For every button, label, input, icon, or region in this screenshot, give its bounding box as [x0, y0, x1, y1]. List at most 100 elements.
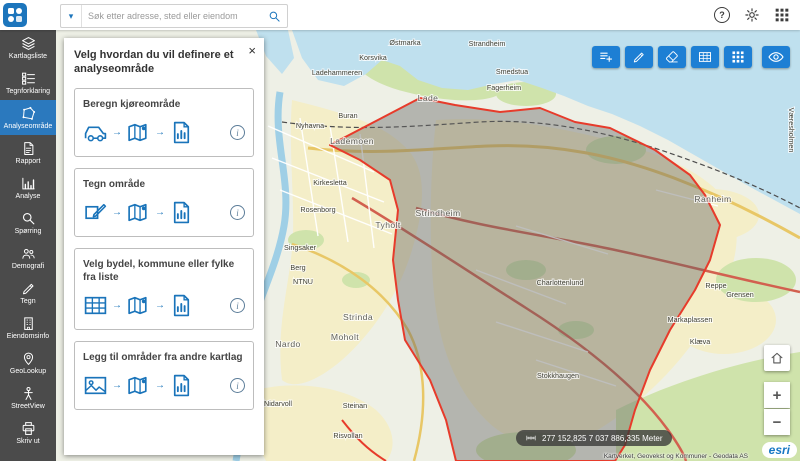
sidebar-item-label: Demografi [12, 263, 44, 270]
arrow-icon: → [155, 300, 165, 311]
arrow-icon: → [112, 380, 122, 391]
sidebar-item-tegn[interactable]: Tegn [0, 275, 56, 310]
app-logo [3, 3, 27, 27]
query-icon [21, 211, 36, 226]
sidebar-item-eiendomsinfo[interactable]: Eiendomsinfo [0, 310, 56, 345]
map-label: Strandheim [469, 39, 506, 48]
arrow-icon: → [112, 300, 122, 311]
sidebar-item-streetview[interactable]: StreetView [0, 380, 56, 415]
map-label: Nardo [275, 339, 300, 349]
zoom-in-button[interactable]: + [764, 382, 790, 408]
sidebar-item-label: Rapport [16, 158, 41, 165]
map-label: Berg [290, 263, 305, 272]
sidebar-item-label: Skriv ut [16, 438, 39, 445]
report-chart-icon [169, 200, 194, 225]
map-label: Moholt [331, 332, 359, 342]
home-button[interactable] [764, 345, 790, 371]
draw-pencil-icon [632, 50, 646, 64]
map-label: Singsaker [284, 243, 317, 252]
report-icon [21, 141, 36, 156]
search-dropdown-button[interactable]: ▾ [61, 5, 82, 27]
map-label: Charlottenlund [537, 278, 584, 287]
option-card-drivetime[interactable]: Beregn kjøreområde → → i [74, 88, 254, 157]
sidebar-item-skriv-ut[interactable]: Skriv ut [0, 415, 56, 450]
report-chart-icon [169, 120, 194, 145]
option-card-draw[interactable]: Tegn område → → i [74, 168, 254, 237]
car-icon [83, 120, 108, 145]
map-label: Risvollan [333, 431, 362, 440]
draw-button[interactable] [625, 46, 653, 68]
sidebar-item-label: Kartlagsliste [9, 53, 47, 60]
map-label: Korsvika [359, 53, 387, 62]
report-chart-icon [169, 293, 194, 318]
pencil-icon [21, 281, 36, 296]
chart-icon [21, 176, 36, 191]
map-label: Østmarka [389, 38, 420, 47]
add-area-icon [599, 50, 613, 64]
arrow-icon: → [155, 127, 165, 138]
search-icon [268, 10, 281, 23]
eye-icon [768, 49, 784, 65]
option-card-list[interactable]: Velg bydel, kommune eller fylke fra list… [74, 248, 254, 330]
table-icon [698, 50, 712, 64]
sidebar: Kartlagsliste Tegnforklaring Analyseområ… [0, 30, 56, 461]
layers-icon [21, 36, 36, 51]
chevron-down-icon: ▾ [69, 11, 74, 22]
map-label: Grensen [726, 290, 754, 299]
top-bar: ▾ ? [0, 0, 800, 30]
sidebar-item-analyseomrade[interactable]: Analyseområde [0, 100, 56, 135]
card-title: Legg til områder fra andre kartlag [83, 351, 245, 364]
legend-icon [21, 71, 36, 86]
coordinates-text: 277 152,825 7 037 886,335 Meter [542, 434, 663, 443]
help-button[interactable]: ? [714, 7, 730, 23]
map-label: Nyhavna [296, 121, 324, 130]
map-label: Stokkhaugen [537, 371, 579, 380]
map-label: Væresholmen [787, 108, 796, 153]
visibility-button[interactable] [762, 46, 790, 68]
info-icon[interactable]: i [230, 298, 245, 313]
table-button[interactable] [691, 46, 719, 68]
map-label: Lademoen [330, 136, 374, 146]
map-pin-icon [126, 200, 151, 225]
grid-button[interactable] [724, 46, 752, 68]
sidebar-item-analyse[interactable]: Analyse [0, 170, 56, 205]
report-chart-icon [169, 373, 194, 398]
building-icon [21, 316, 36, 331]
arrow-icon: → [155, 207, 165, 218]
scale-bar-icon [525, 433, 537, 443]
search-button[interactable] [261, 5, 287, 27]
sidebar-item-demografi[interactable]: Demografi [0, 240, 56, 275]
sidebar-item-label: Analyseområde [4, 123, 53, 130]
search-input[interactable] [82, 11, 261, 21]
sidebar-item-label: Spørring [15, 228, 42, 235]
map-label: Nidarvoll [264, 399, 292, 408]
eraser-icon [665, 50, 679, 64]
sidebar-item-geolookup[interactable]: GeoLookup [0, 345, 56, 380]
map-pin-icon [126, 293, 151, 318]
option-card-layers[interactable]: Legg til områder fra andre kartlag → → i [74, 341, 254, 410]
analysis-area-icon [21, 106, 36, 121]
apps-grid-icon[interactable] [774, 7, 790, 23]
gear-icon[interactable] [744, 7, 760, 23]
sidebar-item-label: Tegn [20, 298, 35, 305]
map-label: Smedstua [496, 67, 528, 76]
map-label: Ranheim [694, 194, 731, 204]
sidebar-item-tegnforklaring[interactable]: Tegnforklaring [0, 65, 56, 100]
erase-button[interactable] [658, 46, 686, 68]
info-icon[interactable]: i [230, 205, 245, 220]
map-label: Lade [418, 93, 439, 103]
add-area-button[interactable] [592, 46, 620, 68]
sidebar-item-kartlagsliste[interactable]: Kartlagsliste [0, 30, 56, 65]
arrow-icon: → [112, 207, 122, 218]
sidebar-item-rapport[interactable]: Rapport [0, 135, 56, 170]
sidebar-item-label: Eiendomsinfo [7, 333, 49, 340]
info-icon[interactable]: i [230, 378, 245, 393]
printer-icon [21, 421, 36, 436]
close-button[interactable]: × [248, 44, 256, 57]
panel-title: Velg hvordan du vil definere et analyseo… [74, 48, 239, 77]
analysis-panel: × Velg hvordan du vil definere et analys… [64, 38, 264, 455]
sidebar-item-sporring[interactable]: Spørring [0, 205, 56, 240]
map-label: Buran [338, 111, 357, 120]
zoom-out-button[interactable]: − [764, 409, 790, 435]
info-icon[interactable]: i [230, 125, 245, 140]
